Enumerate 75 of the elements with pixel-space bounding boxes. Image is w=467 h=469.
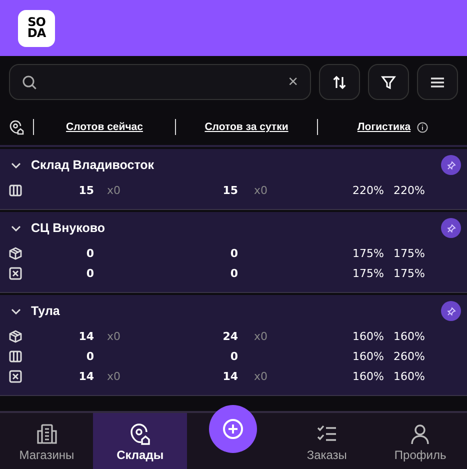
clear-button[interactable]: ×	[288, 72, 298, 92]
logistics-value: 260%	[392, 350, 425, 362]
coefficient-value: x0	[253, 370, 269, 382]
location-pin-icon	[129, 423, 152, 445]
nav-tab[interactable]: Магазины	[0, 413, 94, 469]
chevron-icon	[11, 224, 21, 232]
nav-tab[interactable]: Склады	[93, 413, 187, 469]
box-icon	[9, 246, 22, 260]
slots-now-value: 0	[85, 350, 94, 362]
warehouse-name: Тула	[31, 304, 60, 318]
collapse-chevron[interactable]	[9, 162, 21, 168]
pin-button[interactable]	[441, 155, 461, 175]
warehouse-name: Склад Владивосток	[31, 158, 154, 172]
chevron-icon	[11, 308, 21, 314]
filter-icon	[381, 74, 396, 90]
column-header-link[interactable]: Слотов за сутки	[204, 121, 288, 133]
pallet-icon	[9, 350, 22, 362]
search-icon	[22, 74, 37, 90]
coefficient-value: x0	[106, 184, 122, 196]
pin-icon	[446, 160, 456, 170]
logistics-value: 160%	[392, 370, 425, 382]
slots-day-value: 0	[229, 246, 238, 260]
plus-circle-icon	[222, 418, 244, 440]
pallet-icon	[9, 184, 22, 196]
logistics-value: 160%	[352, 350, 384, 362]
building-icon	[36, 423, 58, 445]
pin-icon	[446, 306, 456, 316]
column-header-link[interactable]: Логистика	[357, 121, 411, 133]
logistics-value: 175%	[392, 266, 425, 280]
logistics-value: 175%	[352, 246, 384, 260]
slots-day-value: 0	[229, 350, 238, 362]
logistics-value: 160%	[352, 370, 384, 382]
logistics-value: 220%	[352, 184, 384, 196]
cross-box-icon	[9, 370, 22, 382]
sort-button[interactable]	[319, 64, 360, 100]
logistics-value: 175%	[352, 266, 384, 280]
slots-now-value: 14	[78, 370, 94, 382]
logistics-value: 160%	[352, 330, 384, 342]
search-field[interactable]: ×	[9, 64, 311, 100]
slots-now-value: 15	[78, 184, 94, 196]
slots-day-value: 0	[229, 266, 238, 280]
warehouse-pin-icon	[9, 120, 24, 134]
coefficient-value: x0	[253, 330, 269, 342]
logistics-value: 220%	[392, 184, 425, 196]
coefficient-value: x0	[253, 184, 269, 196]
slots-now-value: 0	[85, 266, 94, 280]
logistics-value: 175%	[392, 246, 425, 260]
menu-button[interactable]	[417, 64, 458, 100]
filter-button[interactable]	[368, 64, 409, 100]
slots-day-value: 14	[222, 370, 238, 382]
menu-icon	[431, 76, 444, 88]
coefficient-value: x0	[106, 370, 122, 382]
chevron-icon	[11, 162, 21, 168]
logistics-value: 160%	[392, 330, 425, 342]
box-icon	[9, 330, 22, 342]
cross-box-icon	[9, 266, 22, 280]
pin-button[interactable]	[441, 218, 461, 238]
person-icon	[409, 423, 432, 445]
info-icon	[416, 122, 428, 132]
column-header-link[interactable]: Слотов сейчас	[66, 121, 143, 133]
collapse-chevron[interactable]	[9, 224, 21, 232]
add-button[interactable]	[209, 405, 258, 453]
warehouse-name: СЦ Внуково	[31, 221, 106, 235]
pin-icon	[446, 224, 456, 232]
sort-icon	[332, 74, 347, 90]
nav-tab[interactable]: Профиль	[374, 413, 467, 469]
slots-now-value: 0	[85, 246, 94, 260]
coefficient-value: x0	[106, 330, 122, 342]
slots-day-value: 24	[222, 330, 238, 342]
nav-tab[interactable]: Заказы	[280, 413, 374, 469]
collapse-chevron[interactable]	[9, 308, 21, 314]
slots-day-value: 15	[222, 184, 238, 196]
soda-logo: SO DA	[18, 10, 55, 46]
pin-button[interactable]	[441, 301, 461, 321]
slots-now-value: 14	[78, 330, 94, 342]
